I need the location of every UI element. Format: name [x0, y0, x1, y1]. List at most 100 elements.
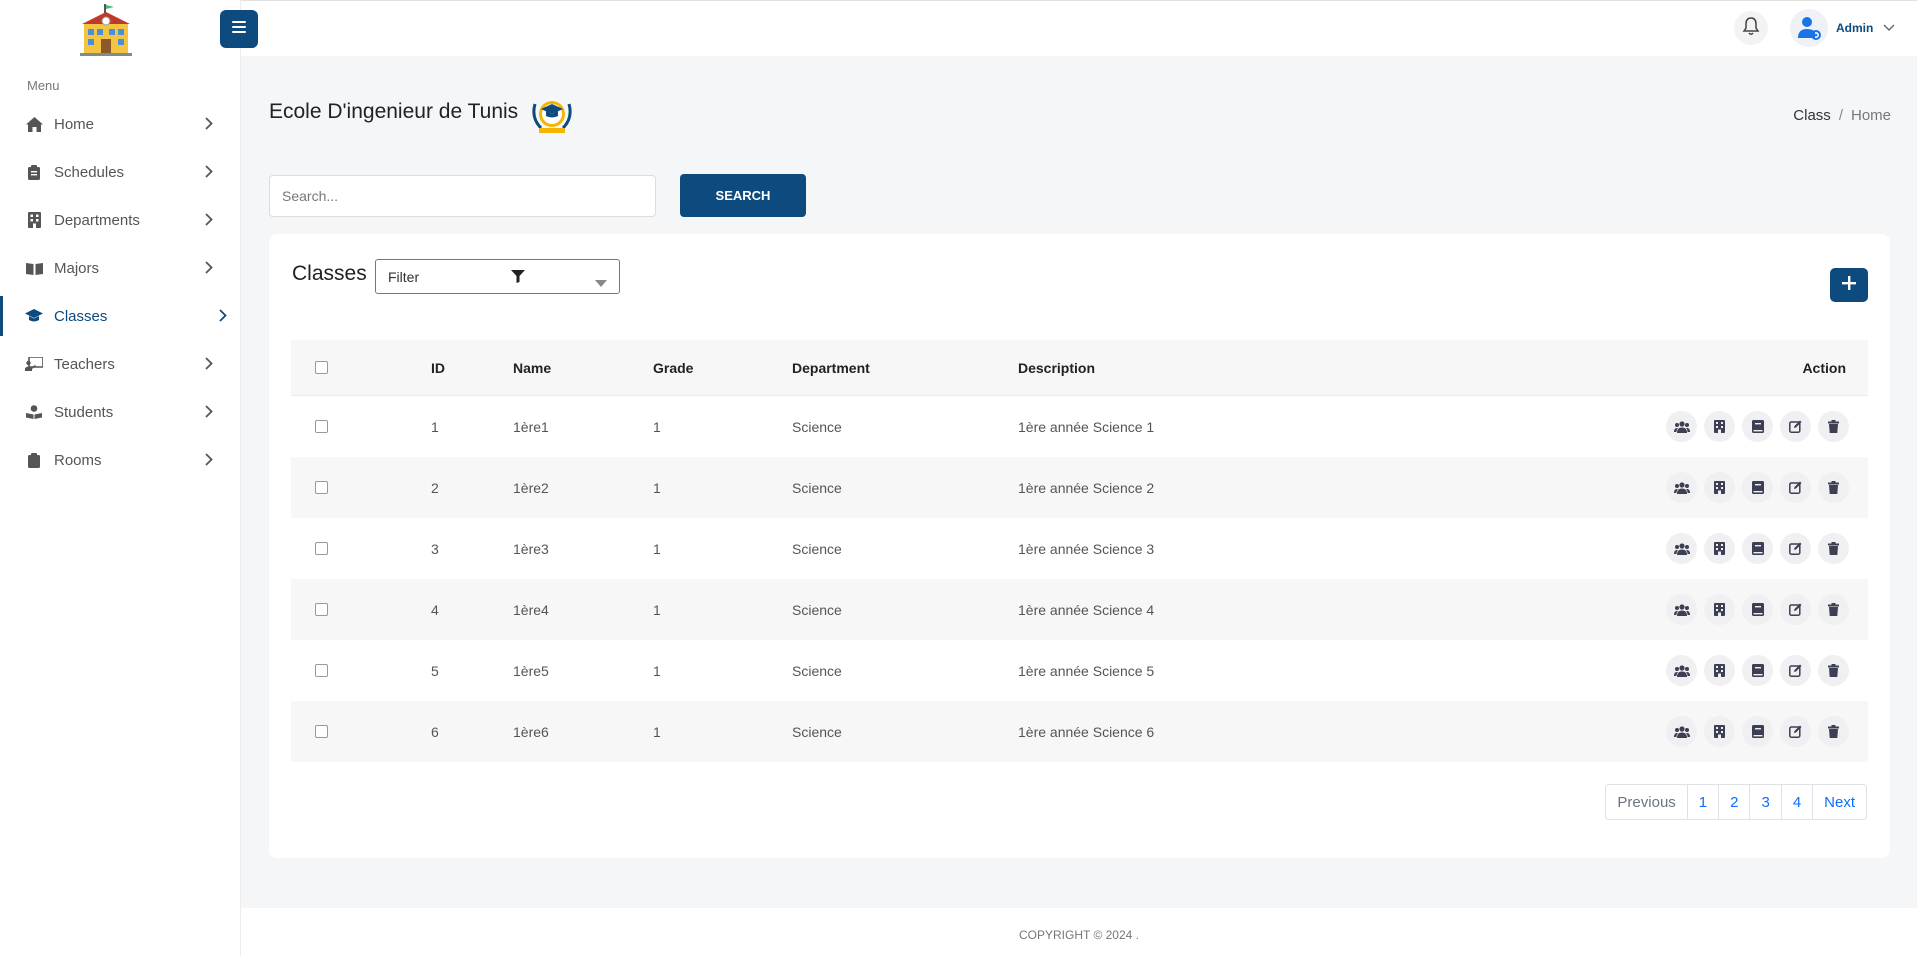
view-students-button[interactable] — [1666, 594, 1697, 625]
row-actions — [1666, 655, 1849, 686]
book-icon — [1751, 725, 1764, 738]
students-icon — [1673, 481, 1690, 494]
cell-department: Science — [792, 418, 842, 435]
view-subjects-button[interactable] — [1742, 533, 1773, 564]
edit-button[interactable] — [1780, 594, 1811, 625]
row-checkbox[interactable] — [315, 725, 328, 738]
sidebar-item-schedules[interactable]: Schedules — [0, 148, 241, 196]
view-subjects-button[interactable] — [1742, 594, 1773, 625]
column-header-id[interactable]: ID — [431, 360, 445, 376]
row-checkbox[interactable] — [315, 420, 328, 433]
row-actions — [1666, 472, 1849, 503]
building-icon — [1714, 481, 1725, 494]
notifications-button[interactable] — [1734, 11, 1768, 45]
table-row: 4 1ère4 1 Science 1ère année Science 4 — [291, 579, 1868, 640]
building-icon — [1714, 664, 1725, 677]
bell-icon — [1742, 16, 1760, 41]
view-students-button[interactable] — [1666, 411, 1697, 442]
trash-icon — [1828, 725, 1839, 738]
delete-button[interactable] — [1818, 472, 1849, 503]
row-checkbox[interactable] — [315, 664, 328, 677]
sidebar-item-classes[interactable]: Classes — [0, 292, 241, 340]
sidebar-item-students[interactable]: Students — [0, 388, 241, 436]
pagination-page-4[interactable]: 4 — [1780, 785, 1812, 819]
column-header-name[interactable]: Name — [513, 360, 551, 376]
breadcrumb: Class / Home — [1793, 107, 1891, 124]
view-subjects-button[interactable] — [1742, 472, 1773, 503]
cell-department: Science — [792, 723, 842, 740]
view-students-button[interactable] — [1666, 533, 1697, 564]
clipboard-icon — [25, 163, 43, 181]
students-icon — [1673, 542, 1690, 555]
row-checkbox[interactable] — [315, 603, 328, 616]
view-rooms-button[interactable] — [1704, 594, 1735, 625]
menu-toggle-button[interactable] — [220, 10, 258, 48]
cell-department: Science — [792, 601, 842, 618]
sidebar-item-home[interactable]: Home — [0, 100, 241, 148]
delete-button[interactable] — [1818, 411, 1849, 442]
classes-card: Classes Filter ID Name Grade Department … — [269, 234, 1890, 858]
edit-button[interactable] — [1780, 716, 1811, 747]
table-row: 6 1ère6 1 Science 1ère année Science 6 — [291, 701, 1868, 762]
view-rooms-button[interactable] — [1704, 411, 1735, 442]
search-input[interactable] — [269, 175, 656, 217]
column-header-department[interactable]: Department — [792, 360, 870, 376]
view-rooms-button[interactable] — [1704, 716, 1735, 747]
cell-description: 1ère année Science 6 — [1018, 723, 1155, 740]
cell-grade: 1 — [653, 540, 661, 557]
table-header: ID Name Grade Department Description Act… — [291, 340, 1868, 396]
column-header-grade[interactable]: Grade — [653, 360, 693, 376]
pagination-page-1[interactable]: 1 — [1686, 785, 1718, 819]
breadcrumb-item-class[interactable]: Class — [1793, 107, 1831, 124]
delete-button[interactable] — [1818, 716, 1849, 747]
row-checkbox[interactable] — [315, 542, 328, 555]
view-students-button[interactable] — [1666, 716, 1697, 747]
delete-button[interactable] — [1818, 594, 1849, 625]
delete-button[interactable] — [1818, 655, 1849, 686]
edit-button[interactable] — [1780, 411, 1811, 442]
view-subjects-button[interactable] — [1742, 716, 1773, 747]
sidebar-item-label: Schedules — [54, 163, 125, 181]
edit-icon — [1789, 664, 1802, 677]
view-rooms-button[interactable] — [1704, 472, 1735, 503]
pagination-next[interactable]: Next — [1812, 785, 1866, 819]
row-checkbox[interactable] — [315, 481, 328, 494]
edit-button[interactable] — [1780, 472, 1811, 503]
sidebar-item-teachers[interactable]: Teachers — [0, 340, 241, 388]
view-subjects-button[interactable] — [1742, 655, 1773, 686]
cell-id: 1 — [431, 418, 439, 435]
edit-icon — [1789, 603, 1802, 616]
sidebar-item-majors[interactable]: Majors — [0, 244, 241, 292]
delete-button[interactable] — [1818, 533, 1849, 564]
pagination-previous[interactable]: Previous — [1606, 785, 1686, 819]
sidebar-item-departments[interactable]: Departments — [0, 196, 241, 244]
add-class-button[interactable] — [1830, 268, 1868, 302]
chevron-right-icon — [219, 309, 227, 327]
sidebar-item-rooms[interactable]: Rooms — [0, 436, 241, 484]
column-header-action: Action — [1802, 359, 1846, 376]
building-icon — [1714, 420, 1725, 433]
trash-icon — [1828, 542, 1839, 555]
school-building-logo[interactable] — [78, 4, 134, 56]
column-header-description[interactable]: Description — [1018, 360, 1095, 376]
view-subjects-button[interactable] — [1742, 411, 1773, 442]
pagination-page-3[interactable]: 3 — [1749, 785, 1780, 819]
select-all-checkbox[interactable] — [315, 361, 328, 374]
view-students-button[interactable] — [1666, 655, 1697, 686]
edit-button[interactable] — [1780, 533, 1811, 564]
view-students-button[interactable] — [1666, 472, 1697, 503]
search-button[interactable]: SEARCH — [680, 174, 806, 217]
user-book-icon — [25, 403, 43, 421]
edit-button[interactable] — [1780, 655, 1811, 686]
cell-grade: 1 — [653, 479, 661, 496]
user-menu[interactable]: Admin — [1790, 9, 1895, 47]
edit-icon — [1789, 420, 1802, 433]
filter-select[interactable]: Filter — [375, 259, 620, 294]
view-rooms-button[interactable] — [1704, 533, 1735, 564]
building-icon — [1714, 725, 1725, 738]
view-rooms-button[interactable] — [1704, 655, 1735, 686]
sidebar: Menu Home Schedules Departments Majors C… — [0, 0, 241, 956]
breadcrumb-item-home[interactable]: Home — [1851, 107, 1891, 124]
students-icon — [1673, 725, 1690, 738]
pagination-page-2[interactable]: 2 — [1718, 785, 1749, 819]
